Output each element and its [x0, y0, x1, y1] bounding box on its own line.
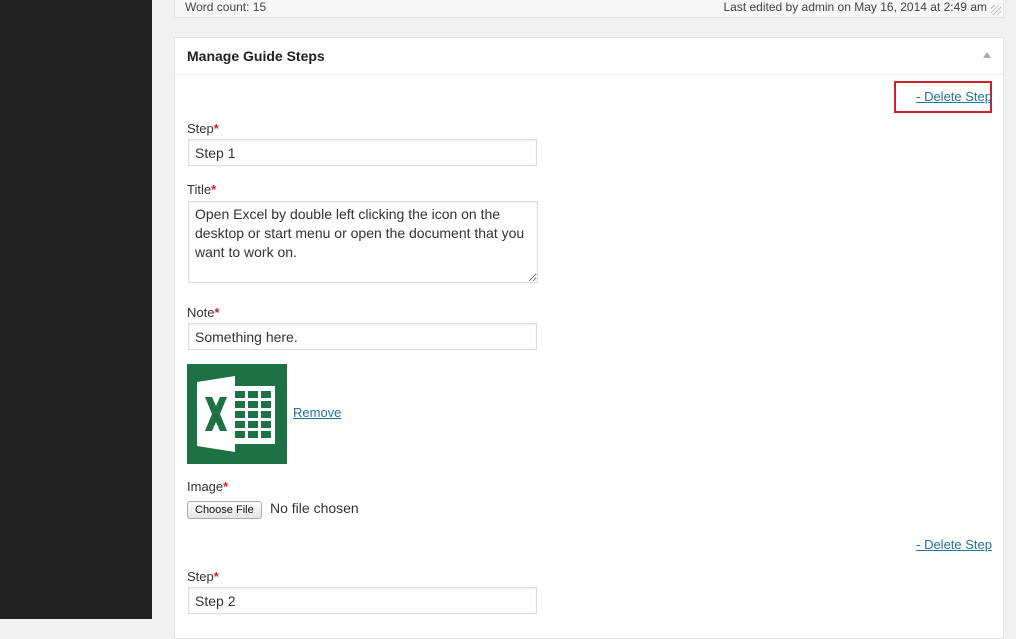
remove-image-link[interactable]: Remove — [293, 405, 341, 420]
required-mark: * — [213, 569, 219, 584]
title-textarea[interactable]: Open Excel by double left clicking the i… — [188, 201, 538, 283]
step-input[interactable] — [188, 587, 537, 614]
metabox-title: Manage Guide Steps — [187, 48, 325, 64]
required-mark: * — [211, 182, 217, 197]
note-label: Note* — [187, 305, 220, 320]
collapse-arrow-icon[interactable] — [983, 52, 991, 58]
admin-sidebar — [0, 0, 152, 619]
resize-handle-icon[interactable] — [991, 5, 1001, 15]
title-label: Title* — [187, 182, 216, 197]
note-label-text: Note — [187, 305, 215, 320]
step-label: Step* — [187, 569, 219, 584]
step-label: Step* — [187, 121, 219, 136]
word-count: Word count: 15 — [185, 0, 267, 14]
choose-file-button[interactable]: Choose File — [187, 501, 262, 519]
manage-guide-steps-metabox: Manage Guide Steps - Delete Step Step* T… — [174, 37, 1004, 639]
no-file-status: No file chosen — [270, 500, 359, 516]
required-mark: * — [223, 479, 229, 494]
image-label-text: Image — [187, 479, 224, 494]
delete-step-link[interactable]: - Delete Step — [916, 537, 992, 552]
last-edited: Last edited by admin on May 16, 2014 at … — [723, 0, 987, 14]
image-label: Image* — [187, 479, 228, 494]
main-content: Word count: 15 Last edited by admin on M… — [152, 0, 1016, 639]
step-image-preview — [187, 364, 287, 464]
editor-status-bar: Word count: 15 Last edited by admin on M… — [174, 0, 1004, 18]
step-label-text: Step — [187, 121, 214, 136]
step-label-text: Step — [187, 569, 214, 584]
excel-icon — [197, 376, 275, 452]
metabox-header[interactable]: Manage Guide Steps — [175, 38, 1003, 75]
required-mark: * — [214, 305, 220, 320]
step-input[interactable] — [188, 139, 537, 166]
title-label-text: Title — [187, 182, 212, 197]
delete-step-link[interactable]: - Delete Step — [916, 89, 992, 104]
required-mark: * — [213, 121, 219, 136]
note-input[interactable] — [188, 323, 537, 350]
